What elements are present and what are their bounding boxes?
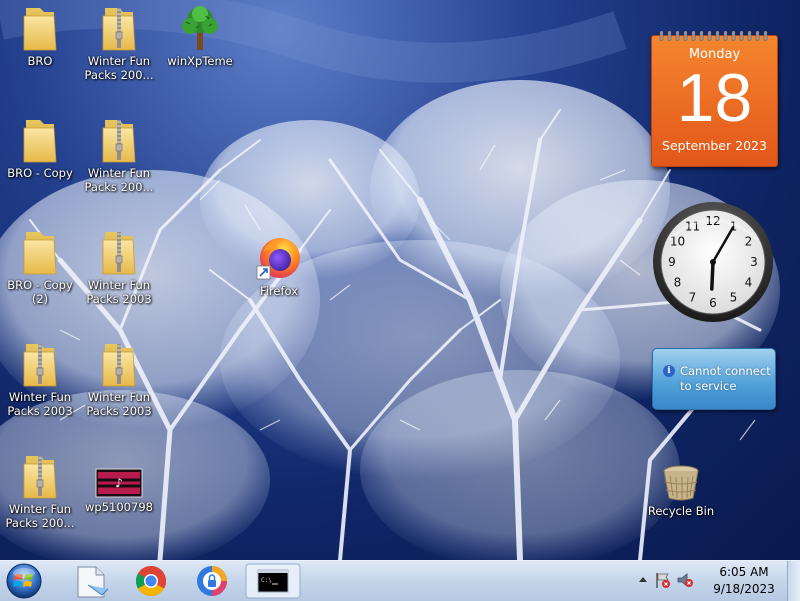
taskbar-command-prompt[interactable]: C:\ [245,563,301,599]
zip-folder-icon [20,340,60,388]
folder-icon [20,228,60,276]
vpn-lock-icon [197,566,227,596]
desktop-icon-winxpteme[interactable]: winXpTeme [162,4,238,68]
clock-number: 2 [745,235,753,249]
clock-number: 8 [674,276,682,290]
clock-number: 4 [745,276,753,290]
icon-label: Winter Fun Packs 200... [5,502,75,530]
icon-label: Winter Fun Packs 2003 [86,278,152,306]
calendar-gadget[interactable]: Monday 18 September 2023 [651,31,778,167]
icon-label: BRO - Copy (2) [7,278,73,306]
weather-error-message: Cannot connect to service [680,364,771,393]
desktop-icon-winter-fun-packs[interactable]: Winter Fun Packs 2003 [81,340,157,418]
image-file-icon: ♪ [95,468,143,498]
desktop-icon-bro[interactable]: BRO [2,4,78,68]
clock-number: 5 [730,291,738,305]
clock-hour-hand [710,260,715,291]
info-icon: i [663,365,675,377]
desktop-icon-firefox[interactable]: Firefox [241,234,317,298]
icon-label: winXpTeme [167,54,233,68]
taskbar-vpn-app[interactable] [184,563,240,599]
icon-label: Winter Fun Packs 200... [84,166,154,194]
zip-folder-icon [20,452,60,500]
show-desktop-button[interactable] [787,561,800,601]
icon-label: Winter Fun Packs 2003 [86,390,152,418]
taskbar-chrome[interactable] [123,563,179,599]
icon-label: wp5100798 [85,500,153,514]
weather-gadget[interactable]: i Cannot connect to service [652,348,776,410]
clock-gadget[interactable]: 123456789101112 [648,200,778,325]
icon-label: Winter Fun Packs 2003 [7,390,73,418]
show-hidden-icons-button[interactable] [638,575,648,585]
zip-folder-icon [99,4,139,52]
desktop-icon-winter-fun-packs[interactable]: Winter Fun Packs 2003 [2,340,78,418]
clock-number: 3 [750,255,758,269]
icon-label: BRO - Copy [7,166,73,180]
zip-folder-icon [99,228,139,276]
tree-icon [182,6,218,50]
zip-folder-icon [99,116,139,164]
clock-number: 7 [689,291,697,305]
action-center-flag-icon[interactable] [654,571,672,589]
desktop-icon-winter-fun-packs[interactable]: Winter Fun Packs 200... [81,116,157,194]
notification-area: 6:05 AM 9/18/2023 [630,561,800,601]
icon-label: Firefox [259,284,299,298]
svg-text:C:\: C:\ [261,577,272,584]
recycle-bin-icon [663,465,699,501]
tray-clock-date[interactable]: 9/18/2023 [712,582,776,596]
document-icon [77,566,109,598]
desktop-icon-winter-fun-packs[interactable]: Winter Fun Packs 200... [2,452,78,530]
icon-label: BRO [27,54,53,68]
volume-muted-icon[interactable] [676,571,694,589]
calendar-date: 18 [676,60,753,136]
start-button[interactable] [4,562,44,600]
calendar-rings [659,31,768,41]
folder-icon [20,4,60,52]
tray-clock-time[interactable]: 6:05 AM [714,565,774,579]
desktop-icon-wp5100798[interactable]: ♪ wp5100798 [81,468,157,514]
desktop-icon-bro-copy-2[interactable]: BRO - Copy (2) [2,228,78,306]
desktop-icon-bro-copy[interactable]: BRO - Copy [2,116,78,180]
taskbar: C:\ 6:05 AM 9/18/2023 [0,560,800,601]
desktop[interactable]: BRO BRO - Copy BRO - Copy (2) Winter Fun… [0,0,800,560]
taskbar-file-explorer[interactable] [64,563,120,599]
icon-label: Winter Fun Packs 200... [84,54,154,82]
desktop-icon-recycle-bin[interactable]: Recycle Bin [643,464,719,518]
firefox-icon [256,238,300,280]
desktop-icon-winter-fun-packs[interactable]: Winter Fun Packs 200... [81,4,157,82]
command-prompt-icon: C:\ [257,569,289,593]
clock-number: 9 [668,255,676,269]
calendar-month: September 2023 [662,138,767,153]
svg-text:♪: ♪ [115,476,123,490]
clock-number: 6 [709,296,717,310]
icon-label: Recycle Bin [647,504,715,518]
desktop-icon-winter-fun-packs[interactable]: Winter Fun Packs 2003 [81,228,157,306]
zip-folder-icon [99,340,139,388]
chrome-icon [135,565,167,597]
folder-icon [20,116,60,164]
